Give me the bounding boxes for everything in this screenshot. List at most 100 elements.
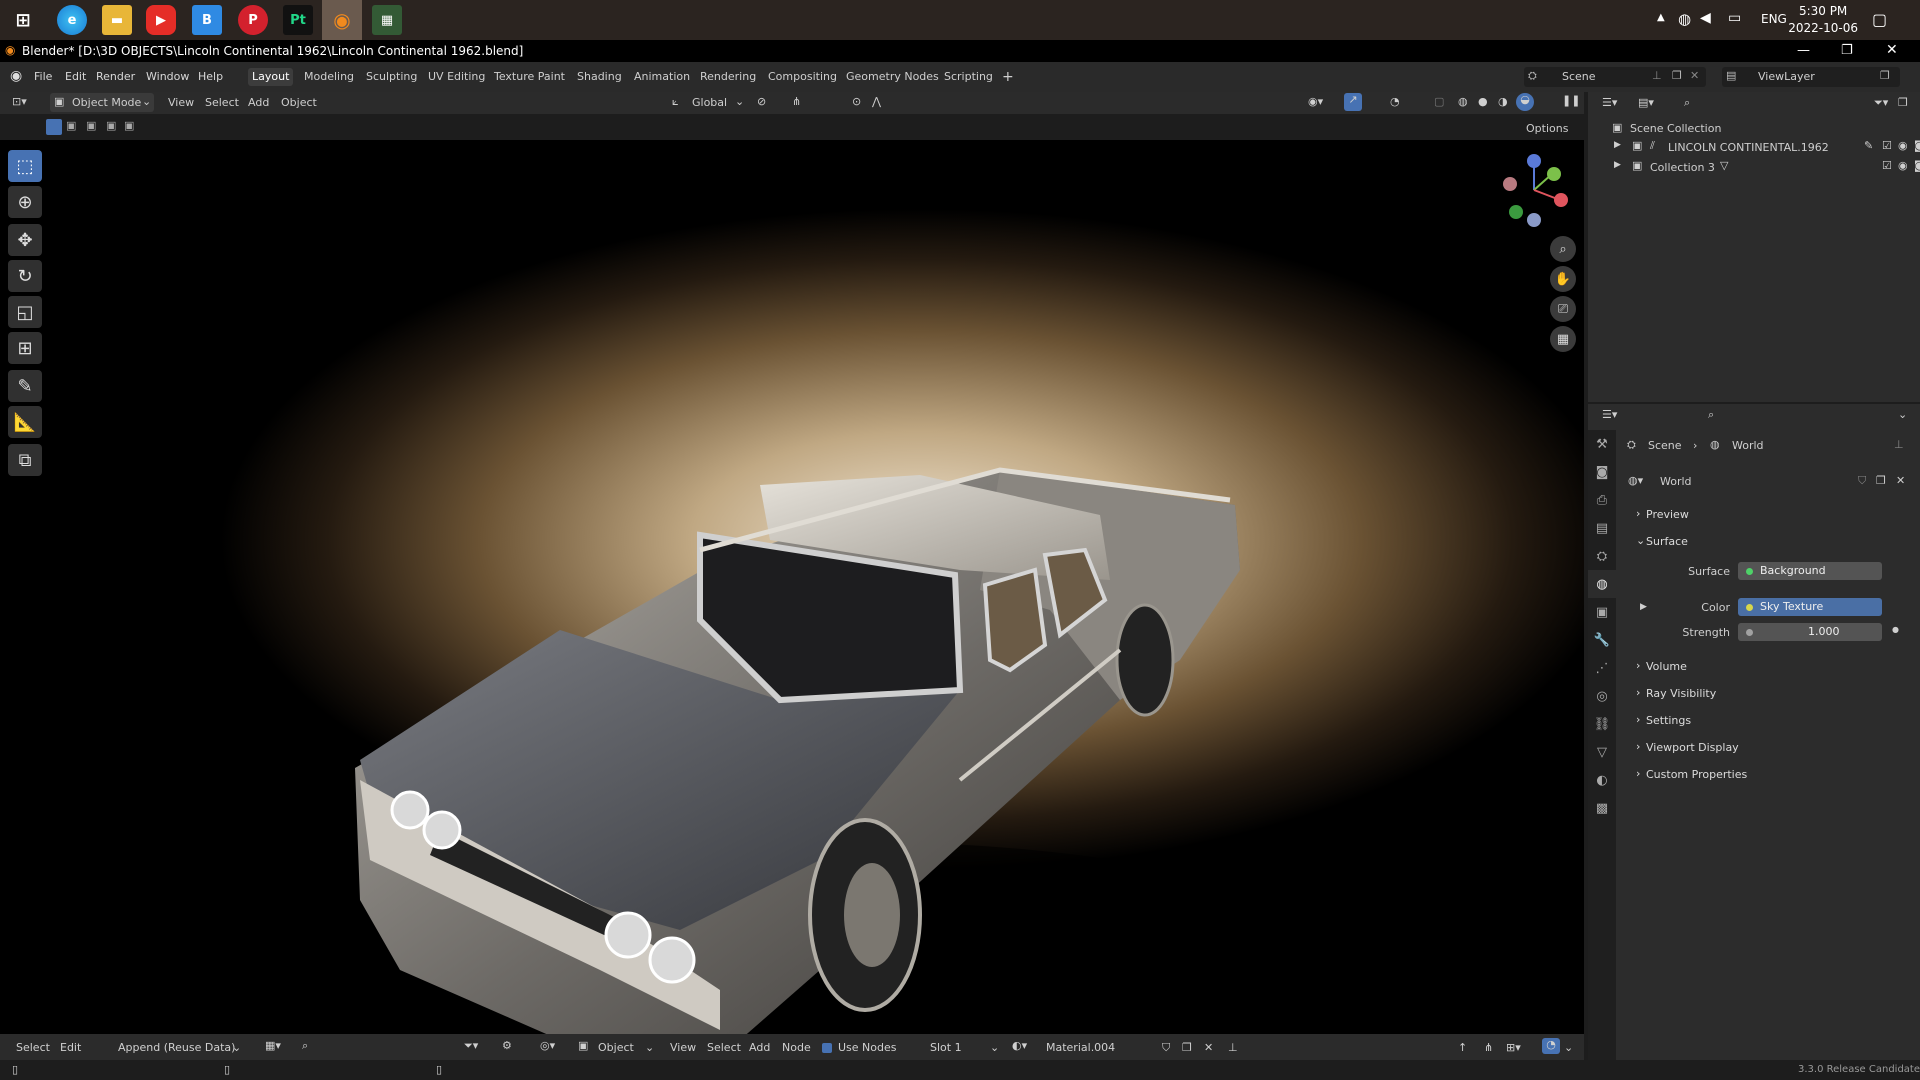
chevron-down-icon[interactable]: ⌄ [990,1041,999,1054]
fake-user-icon[interactable]: ⛉ [1858,474,1866,488]
select-invert-icon[interactable]: ▣ [106,119,116,132]
panel-viewport-display[interactable]: Viewport Display [1646,741,1739,754]
node-menu-view[interactable]: View [670,1041,696,1054]
minimize-icon[interactable]: — [1797,43,1810,58]
pivot-icon[interactable]: ⊘ [757,95,766,108]
camera-icon[interactable]: ◙ [1914,139,1920,152]
viewport-menu-add[interactable]: Add [248,96,269,109]
expand-arrow-icon[interactable]: › [1636,686,1640,699]
viewlayer-selector[interactable]: ▤ ViewLayer ❐ [1722,67,1900,87]
keyframe-dot-icon[interactable]: ● [1892,625,1899,634]
duplicate-icon[interactable]: ❐ [1182,1041,1192,1054]
color-expand-icon[interactable]: ▶ [1640,602,1647,612]
xray-icon[interactable]: ▢ [1434,95,1444,108]
move-tool-icon[interactable]: ✥ [8,224,42,256]
viewport-menu-select[interactable]: Select [205,96,239,109]
new-collection-icon[interactable]: ❐ [1898,96,1908,109]
tab-uv-editing[interactable]: UV Editing [424,68,489,86]
material-name[interactable]: Material.004 [1046,1041,1115,1054]
scene-collection-label[interactable]: Scene Collection [1630,122,1721,135]
select-extend-icon[interactable]: ▣ [66,119,76,132]
menu-window[interactable]: Window [146,70,189,83]
options-dropdown[interactable]: Options [1526,122,1568,135]
checkbox-icon[interactable]: ☑ [1882,159,1892,172]
texture-tab-icon[interactable]: ▩ [1588,794,1616,822]
panel-ray-visibility[interactable]: Ray Visibility [1646,687,1716,700]
expand-arrow-icon[interactable]: › [1636,767,1640,780]
data-tab-icon[interactable]: ▽ [1588,738,1616,766]
bottom-menu-select[interactable]: Select [16,1041,50,1054]
panel-surface[interactable]: Surface [1646,535,1688,548]
tab-shading[interactable]: Shading [573,68,626,86]
pinterest-icon[interactable]: P [238,5,268,35]
wireframe-shading-icon[interactable]: ◍ [1458,95,1468,108]
expand-arrow-icon[interactable]: ▶ [1614,160,1621,170]
menu-help[interactable]: Help [198,70,223,83]
chevron-down-icon[interactable]: ⌄ [645,1041,654,1054]
overlay-toggle-icon[interactable]: ◔ [1542,1038,1560,1054]
perspective-grid-icon[interactable]: ▦ [1550,326,1576,352]
node-menu-add[interactable]: Add [749,1041,770,1054]
delete-scene-icon[interactable]: ✕ [1690,69,1699,82]
strength-slider[interactable]: 1.000 [1738,623,1882,641]
rotate-tool-icon[interactable]: ↻ [8,260,42,292]
camera-view-icon[interactable]: ⎚ [1550,296,1576,322]
settings-gear-icon[interactable]: ⚙ [502,1039,512,1052]
add-cube-tool-icon[interactable]: ⧉ [8,444,42,476]
cursor-tool-icon[interactable]: ⊕ [8,186,42,218]
outliner-row[interactable]: ▶ ▣ Collection 3 ▽ ☑ ◉ ◙ [1612,158,1920,176]
use-nodes-checkbox[interactable]: Use Nodes [822,1041,897,1054]
network-icon[interactable]: ◍ [1678,10,1691,28]
windows-start-icon[interactable]: ⊞ [8,5,38,35]
filter-icon[interactable]: ⏷▾ [1874,96,1888,110]
outliner-editor-icon[interactable]: ☰▾ [1602,96,1617,109]
new-scene-icon[interactable]: ❐ [1672,69,1682,82]
edge-browser-icon[interactable]: e [57,5,87,35]
surface-collapse-icon[interactable]: ⌄ [1636,534,1645,547]
blender-menu-icon[interactable]: ◉ [10,68,22,84]
properties-search-icon[interactable]: ⌕ [1708,408,1714,422]
add-workspace-icon[interactable]: + [998,68,1018,86]
node-menu-select[interactable]: Select [707,1041,741,1054]
panel-settings[interactable]: Settings [1646,714,1691,727]
modifier-tab-icon[interactable]: 🔧 [1588,626,1616,654]
slot-dropdown[interactable]: Slot 1 [930,1041,962,1054]
tool-tab-icon[interactable]: ⚒ [1588,430,1616,458]
restore-icon[interactable]: ❐ [1841,43,1853,58]
tab-animation[interactable]: Animation [630,68,694,86]
tab-rendering[interactable]: Rendering [696,68,760,86]
select-new-icon[interactable] [46,119,62,135]
expand-arrow-icon[interactable]: ▶ [1614,140,1621,150]
bottom-menu-edit[interactable]: Edit [60,1041,81,1054]
zoom-icon[interactable]: ⌕ [1550,236,1576,262]
snap-mode-icon[interactable]: ⊞▾ [1506,1041,1521,1054]
measure-tool-icon[interactable]: 📐 [8,406,42,438]
expand-arrow-icon[interactable]: › [1636,740,1640,753]
parent-node-icon[interactable]: ↑ [1458,1041,1467,1054]
properties-editor-icon[interactable]: ☰▾ [1602,408,1617,421]
chevron-down-icon[interactable]: ⌄ [232,1041,241,1054]
menu-file[interactable]: File [34,70,52,83]
solid-shading-icon[interactable]: ● [1478,95,1488,108]
scene-tab-icon[interactable]: ⛭ [1588,542,1616,570]
object-tab-icon[interactable]: ▣ [1588,598,1616,626]
panel-preview[interactable]: Preview [1646,508,1689,521]
select-intersect-icon[interactable]: ▣ [124,119,134,132]
game-app-icon[interactable]: ▦ [372,5,402,35]
expand-arrow-icon[interactable]: › [1636,713,1640,726]
display-mode-icon[interactable]: ▤▾ [1638,96,1654,109]
falloff-icon[interactable]: ⋀ [872,95,881,108]
eye-icon[interactable]: ◉ [1898,139,1908,152]
rendered-shading-icon[interactable]: ◒ [1516,93,1534,111]
system-clock[interactable]: 5:30 PM 2022-10-06 [1788,3,1858,37]
proportional-edit-icon[interactable]: ⊙ [852,95,861,108]
pycharm-icon[interactable]: Pt [283,5,313,35]
preview-expand-icon[interactable]: › [1636,507,1640,520]
physics-tab-icon[interactable]: ◎ [1588,682,1616,710]
file-explorer-icon[interactable]: ▬ [102,5,132,35]
tab-sculpting[interactable]: Sculpting [362,68,421,86]
close-icon[interactable]: ✕ [1886,42,1898,58]
color-input-field[interactable]: Sky Texture [1738,598,1882,616]
panel-volume[interactable]: Volume [1646,660,1687,673]
chevron-down-icon[interactable]: ⌄ [735,95,744,108]
